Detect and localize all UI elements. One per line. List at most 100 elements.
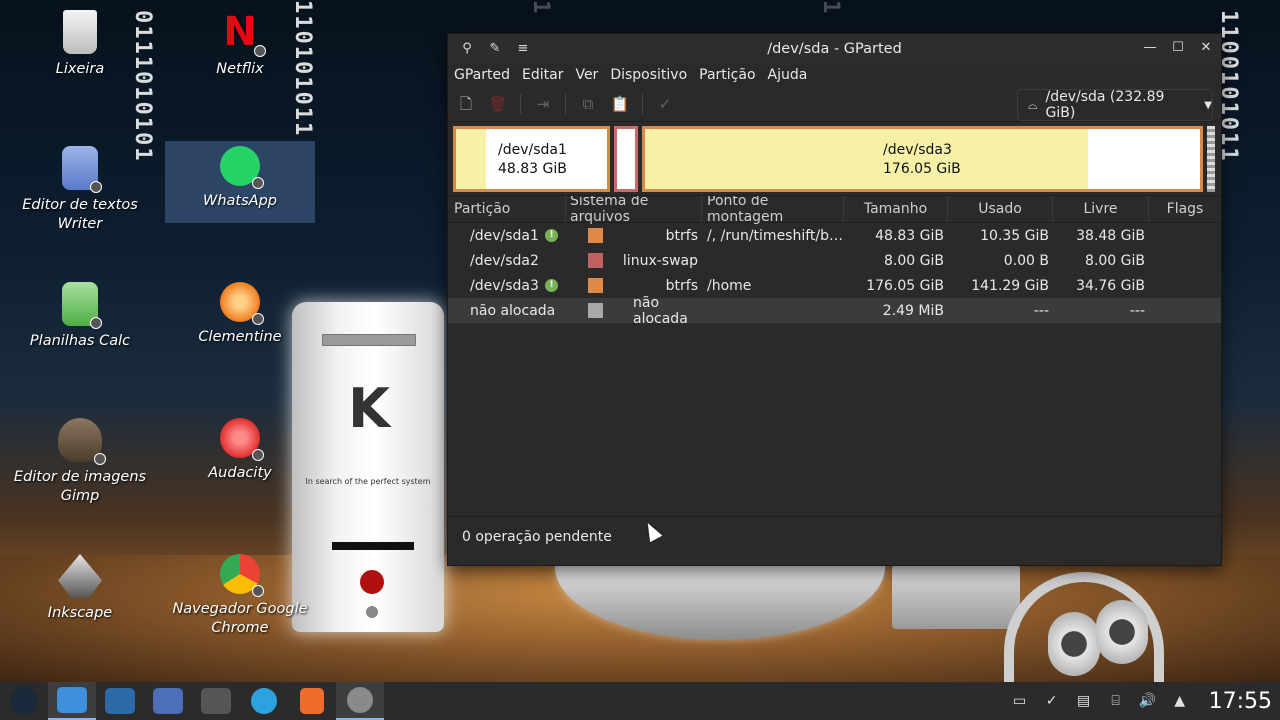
desktop-icon-label: Netflix — [216, 61, 264, 77]
whatsapp-icon — [220, 146, 264, 189]
taskbar-big-store[interactable] — [144, 682, 192, 720]
gparted-app-icon[interactable]: ⚲ — [460, 42, 474, 56]
volume-icon[interactable]: 🔊 — [1139, 692, 1157, 710]
headphone-cup — [1048, 612, 1100, 676]
table-row[interactable]: /dev/sda2 linux-swap 8.00 GiB 0.00 B 8.0… — [448, 248, 1221, 273]
status-bar: 0 operação pendente — [448, 516, 1221, 556]
case-slogan: In search of the perfect system — [305, 477, 431, 486]
column-header-flags[interactable]: Flags — [1149, 196, 1221, 222]
column-header-montagem[interactable]: Ponto de montagem — [702, 193, 844, 225]
desktop-icon-label: Editor de textos Writer — [22, 197, 138, 232]
toolbar-separator — [565, 93, 566, 114]
updates-check-icon[interactable]: ✓ — [1043, 692, 1061, 710]
row-partition: não alocada — [470, 302, 556, 319]
menu-dispositivo[interactable]: Dispositivo — [610, 67, 687, 83]
pin-icon[interactable]: ✎ — [488, 42, 502, 56]
taskbar-file-manager[interactable] — [48, 682, 96, 720]
maximize-icon[interactable]: ☐ — [1171, 40, 1185, 55]
big-store-icon — [153, 688, 183, 714]
info-icon[interactable]: ! — [545, 229, 558, 242]
delete-partition-icon[interactable]: 🗑 — [488, 94, 508, 114]
taskbar-settings[interactable] — [96, 682, 144, 720]
taskbar-terminal[interactable] — [192, 682, 240, 720]
row-size: 8.00 GiB — [884, 252, 944, 269]
device-selector[interactable]: ⌓ /dev/sda (232.89 GiB) ▼ — [1017, 89, 1213, 121]
row-free: 34.76 GiB — [1076, 277, 1145, 294]
taskbar-brave[interactable] — [288, 682, 336, 720]
tray-expand-icon[interactable]: ▲ — [1171, 692, 1189, 710]
gparted-icon — [347, 687, 373, 713]
audacity-icon — [220, 418, 264, 461]
clipboard-icon[interactable]: ▤ — [1075, 692, 1093, 710]
clock[interactable]: 17:55 — [1209, 689, 1272, 714]
column-header-sistema[interactable]: Sistema de arquivos — [566, 193, 702, 225]
apply-check-icon[interactable]: ✓ — [655, 94, 675, 114]
desktop-icon-clementine[interactable]: Clementine — [165, 282, 315, 347]
table-row[interactable]: /dev/sda1! btrfs /, /run/timeshift/b… 48… — [448, 223, 1221, 248]
pending-operations-text: 0 operação pendente — [462, 528, 612, 545]
partition-map-sda2[interactable] — [614, 126, 638, 192]
partition-map-sda1[interactable]: /dev/sda1 48.83 GiB — [453, 126, 610, 192]
column-header-livre[interactable]: Livre — [1053, 196, 1149, 222]
clementine-icon — [220, 282, 264, 325]
desktop-icon-trash[interactable]: Lixeira — [5, 10, 155, 79]
row-used: 10.35 GiB — [980, 227, 1049, 244]
app-launcher-button[interactable] — [0, 682, 48, 720]
desktop-icon-audacity[interactable]: Audacity — [165, 418, 315, 483]
row-free: 38.48 GiB — [1076, 227, 1145, 244]
desktop-icon-label: Clementine — [198, 329, 282, 345]
window-titlebar[interactable]: ⚲ ✎ ≡ /dev/sda - GParted — ☐ ✕ — [448, 34, 1221, 64]
menu-particao[interactable]: Partição — [699, 67, 755, 83]
column-header-tamanho[interactable]: Tamanho — [844, 196, 948, 222]
partition-map-unallocated[interactable] — [1207, 126, 1215, 192]
desktop-icon-gimp[interactable]: Editor de imagens Gimp — [5, 418, 155, 506]
row-used: 0.00 B — [1003, 252, 1049, 269]
minimize-icon[interactable]: — — [1143, 40, 1157, 55]
power-button-icon — [360, 570, 384, 594]
column-header-usado[interactable]: Usado — [948, 196, 1053, 222]
taskbar-telegram[interactable] — [240, 682, 288, 720]
show-desktop-icon[interactable]: ▭ — [1011, 692, 1029, 710]
fs-color-swatch — [588, 303, 603, 318]
desktop-icon-inkscape[interactable]: Inkscape — [5, 554, 155, 623]
partition-map-size: 176.05 GiB — [883, 161, 961, 177]
gimp-icon — [58, 418, 106, 465]
window-menu-icon[interactable]: ≡ — [516, 42, 530, 56]
chrome-icon — [220, 554, 264, 597]
desktop-icon-calc[interactable]: Planilhas Calc — [5, 282, 155, 351]
desktop-icon-netflix[interactable]: N Netflix — [165, 10, 315, 79]
partition-map: /dev/sda1 48.83 GiB /dev/sda3 176.05 GiB — [448, 122, 1221, 196]
resize-move-icon[interactable]: ⇥ — [533, 94, 553, 114]
new-partition-icon[interactable]: 🗋 — [456, 94, 476, 114]
table-row[interactable]: não alocada não alocada 2.49 MiB --- --- — [448, 295, 1221, 327]
window-title: /dev/sda - GParted — [767, 41, 902, 57]
desktop-icon-whatsapp[interactable]: WhatsApp — [165, 141, 315, 223]
column-header-particao[interactable]: Partição — [448, 196, 566, 222]
wallpaper-speaker — [892, 565, 1020, 629]
fs-color-swatch — [588, 228, 603, 243]
info-icon[interactable]: ! — [545, 279, 558, 292]
desktop-icon-label: Inkscape — [47, 605, 113, 621]
row-free: --- — [1129, 302, 1145, 319]
desktop-icon-chrome[interactable]: Navegador Google Chrome — [165, 554, 315, 638]
copy-icon[interactable]: ⧉ — [578, 94, 598, 114]
trash-icon — [63, 10, 97, 54]
menu-editar[interactable]: Editar — [522, 67, 563, 83]
close-icon[interactable]: ✕ — [1199, 40, 1213, 55]
network-icon[interactable]: ⌸ — [1107, 692, 1125, 710]
row-size: 2.49 MiB — [882, 302, 944, 319]
menu-gparted[interactable]: GParted — [454, 67, 510, 83]
table-row[interactable]: /dev/sda3! btrfs /home 176.05 GiB 141.29… — [448, 273, 1221, 298]
gparted-window: ⚲ ✎ ≡ /dev/sda - GParted — ☐ ✕ GParted E… — [447, 33, 1222, 566]
menu-ver[interactable]: Ver — [575, 67, 598, 83]
menu-ajuda[interactable]: Ajuda — [768, 67, 808, 83]
desktop-icon-label: Lixeira — [55, 61, 105, 77]
row-fs: linux-swap — [622, 252, 698, 269]
desktop-icon-writer[interactable]: Editor de textos Writer — [5, 146, 155, 234]
partition-map-sda3[interactable]: /dev/sda3 176.05 GiB — [642, 126, 1203, 192]
taskbar-gparted[interactable] — [336, 682, 384, 720]
desktop-icon-label: Editor de imagens Gimp — [13, 469, 147, 504]
folder-icon — [57, 687, 87, 713]
kde-logo-icon: K — [348, 377, 390, 440]
paste-icon[interactable]: 📋 — [610, 94, 630, 114]
